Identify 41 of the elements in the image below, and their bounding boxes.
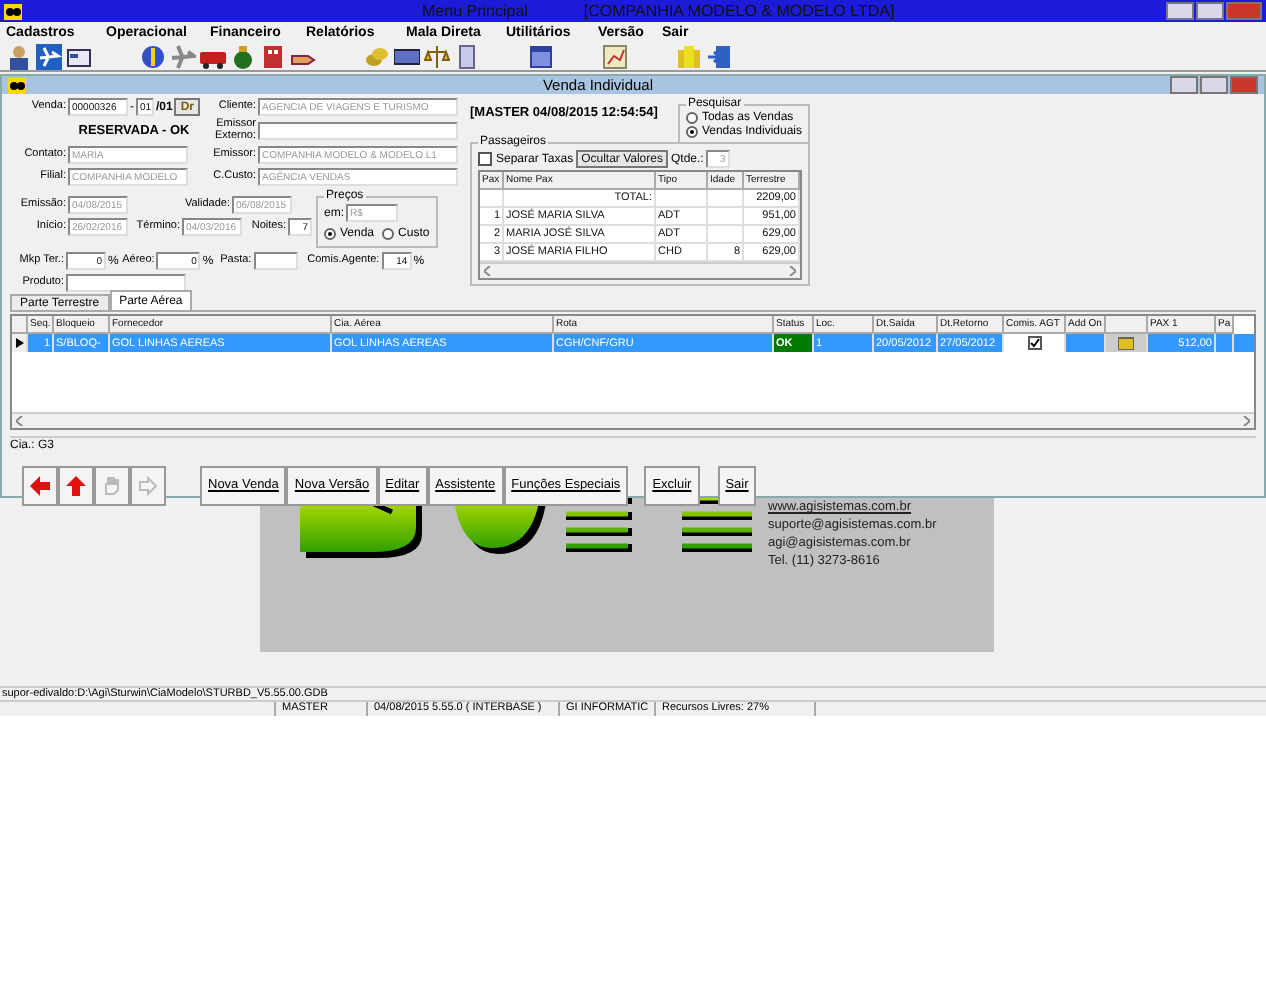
scroll-left-icon[interactable] (484, 266, 492, 276)
minimize-button[interactable] (1166, 2, 1194, 20)
nav-button[interactable] (22, 465, 58, 505)
scrollbar[interactable] (480, 262, 800, 278)
person-icon[interactable] (6, 43, 32, 69)
left-arrow-icon (30, 475, 50, 495)
product-field[interactable] (66, 274, 186, 292)
maximize-button[interactable] (1200, 76, 1228, 94)
app-icon (8, 77, 26, 93)
scroll-right-icon[interactable] (788, 266, 796, 276)
up-arrow-icon (66, 475, 86, 495)
scale-icon[interactable] (424, 43, 450, 69)
scroll-left-icon[interactable] (16, 416, 24, 426)
window-title: Menu Principal (422, 2, 528, 20)
row-pointer-icon (15, 338, 23, 348)
radio-button[interactable] (324, 227, 336, 239)
folder-field[interactable] (253, 252, 298, 270)
building-icon[interactable] (260, 43, 286, 69)
nav-button[interactable] (58, 465, 94, 505)
radio-button[interactable] (685, 126, 698, 138)
calendar-icon[interactable] (528, 43, 554, 69)
checkbox[interactable] (1027, 336, 1041, 350)
scrollbar[interactable] (12, 412, 1254, 428)
arrow-right-icon (138, 475, 158, 495)
column-header (1106, 316, 1148, 334)
company-name: [COMPANHIA MODELO & MODELO LTDA] (583, 2, 895, 20)
header-corner (12, 316, 28, 334)
chart-icon[interactable] (602, 43, 628, 69)
minimize-button[interactable] (1170, 76, 1198, 94)
exit-door-icon[interactable] (706, 43, 732, 69)
maximize-button[interactable] (1196, 2, 1224, 20)
checkmark-icon (1029, 338, 1039, 348)
scroll-right-icon[interactable] (1242, 416, 1250, 426)
external-issuer-field[interactable] (258, 122, 458, 140)
document-icon[interactable] (454, 43, 480, 69)
app-icon (4, 3, 22, 19)
card-icon[interactable] (66, 43, 92, 69)
money-bag-icon[interactable] (230, 43, 256, 69)
checkbox[interactable] (478, 152, 492, 166)
radio-button[interactable] (685, 112, 698, 124)
radio-button[interactable] (382, 227, 395, 239)
